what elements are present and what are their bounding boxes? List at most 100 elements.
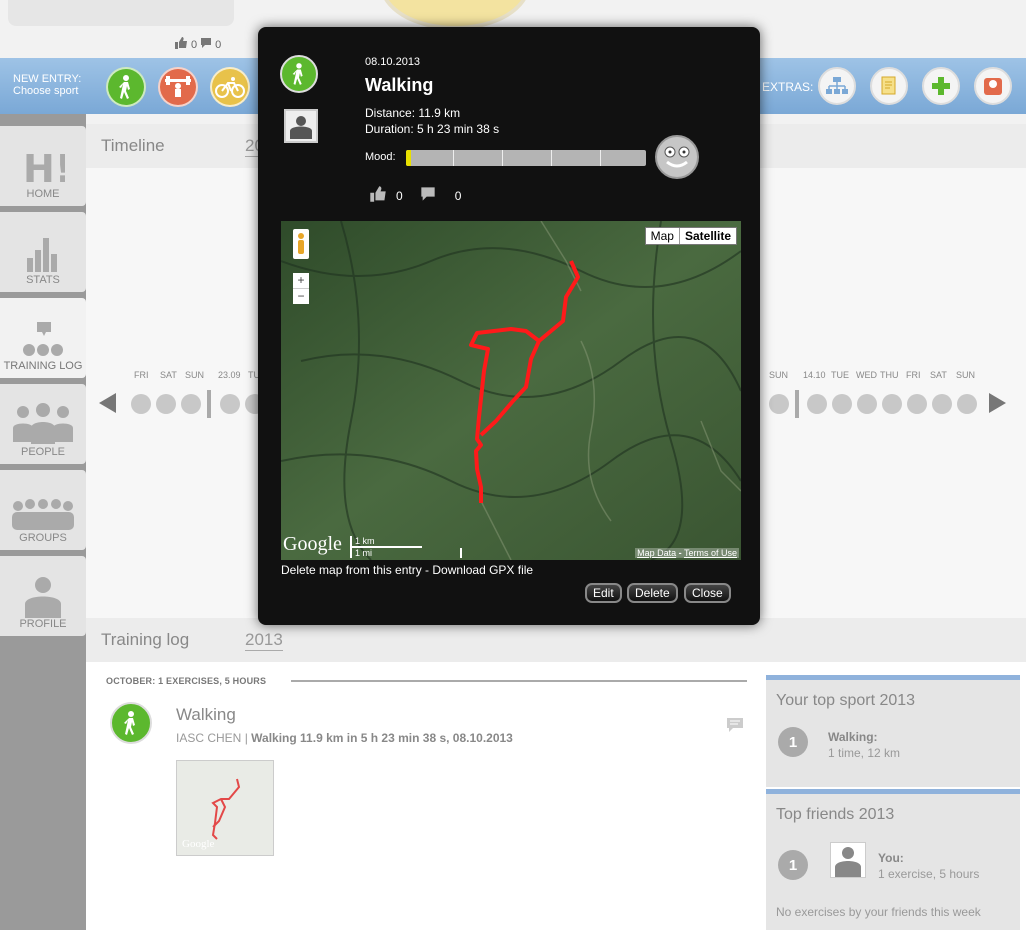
groups-icon	[12, 499, 74, 530]
friend-avatar[interactable]	[830, 842, 866, 878]
extra-notes-button[interactable]	[870, 67, 908, 105]
terms-of-use-link[interactable]: Terms of Use	[684, 548, 737, 558]
day-dot[interactable]	[907, 394, 927, 414]
week-separator	[207, 390, 211, 418]
sidebar-item-stats[interactable]: STATS	[0, 212, 86, 292]
day-dot[interactable]	[156, 394, 176, 414]
sidebar-item-profile[interactable]: PROFILE	[0, 556, 86, 636]
day-dot[interactable]	[932, 394, 952, 414]
week-separator	[795, 390, 799, 418]
home-logo-icon: H!	[23, 148, 65, 188]
day-dot[interactable]	[857, 394, 877, 414]
day-dot[interactable]	[220, 394, 240, 414]
new-cycling-button[interactable]	[210, 67, 250, 107]
day-dot[interactable]	[181, 394, 201, 414]
mood-slider-fill	[406, 150, 411, 166]
delete-button[interactable]: Delete	[627, 583, 678, 603]
rank-badge: 1	[778, 850, 808, 880]
entry-sport-icon[interactable]	[110, 702, 152, 744]
day-dot[interactable]	[807, 394, 827, 414]
day-label: 23.09	[218, 370, 241, 380]
map-type-toggle: Map Satellite	[644, 227, 737, 245]
day-dot[interactable]	[957, 394, 977, 414]
top-sport-detail: 1 time, 12 km	[828, 746, 901, 760]
entry-comment-icon[interactable]	[726, 717, 744, 738]
rank-badge: 1	[778, 727, 808, 757]
modal-comments-count: 0	[454, 188, 462, 203]
sidebar-item-people[interactable]: PEOPLE	[0, 384, 86, 464]
route-map[interactable]: Map Satellite + − Google 1 km 1 mi Map D…	[281, 221, 741, 560]
timeline-prev-arrow-icon[interactable]	[98, 392, 118, 414]
timeline-right-days: SUN 14.10 TUE WED THU FRI SAT SUN	[769, 370, 975, 380]
extra-add-button[interactable]	[922, 67, 960, 105]
sidebar-item-label: PEOPLE	[20, 446, 66, 458]
entry-summary: Walking 11.9 km in 5 h 23 min 38 s, 08.1…	[251, 731, 513, 745]
sidebar-item-home[interactable]: H! HOME	[0, 126, 86, 206]
map-data-link[interactable]: Map Data	[637, 548, 676, 558]
top-likes: 0 0	[174, 36, 221, 53]
comments-count: 0	[215, 38, 222, 51]
mood-sun-graphic	[380, 0, 530, 30]
edit-button[interactable]: Edit	[585, 583, 622, 603]
friend-name[interactable]: You:	[878, 851, 904, 865]
mood-slider[interactable]	[406, 150, 646, 166]
walking-icon	[292, 63, 303, 85]
comment-icon[interactable]	[200, 37, 212, 52]
day-dot[interactable]	[832, 394, 852, 414]
friend-detail: 1 exercise, 5 hours	[878, 867, 980, 881]
street-view-pegman-icon[interactable]	[293, 229, 309, 259]
new-walking-button[interactable]	[106, 67, 146, 107]
training-log-year-selector[interactable]: 2013	[245, 630, 283, 651]
thumbs-up-icon[interactable]	[368, 185, 388, 206]
entry-separator: |	[244, 731, 248, 745]
comment-icon[interactable]	[419, 186, 437, 205]
map-attribution: Map Data - Terms of Use	[635, 548, 739, 558]
top-friends-panel: Top friends 2013 1 You: 1 exercise, 5 ho…	[766, 789, 1020, 930]
modal-duration: Duration: 5 h 23 min 38 s	[365, 122, 500, 136]
zoom-in-button[interactable]: +	[293, 273, 309, 288]
people-icon	[13, 403, 73, 444]
previous-card	[8, 0, 234, 26]
google-logo[interactable]: Google	[283, 533, 342, 556]
modal-likes: 0 0	[368, 185, 461, 206]
friends-note: No exercises by your friends this week	[776, 905, 981, 919]
day-dot[interactable]	[882, 394, 902, 414]
extras-label: EXTRAS:	[762, 80, 814, 94]
likes-count: 0	[191, 38, 198, 51]
person-icon	[290, 116, 312, 139]
timeline-next-arrow-icon[interactable]	[987, 392, 1007, 414]
mood-tick	[551, 150, 552, 166]
thumbs-up-icon[interactable]	[174, 36, 188, 53]
svg-text:H!: H!	[23, 148, 65, 188]
map-type-satellite-button[interactable]: Satellite	[678, 228, 736, 244]
entry-title[interactable]: Walking	[176, 705, 236, 725]
map-actions-links[interactable]: Delete map from this entry - Download GP…	[281, 563, 533, 577]
close-button[interactable]: Close	[684, 583, 731, 603]
sidebar-item-training-log[interactable]: TRAINING LOG	[0, 298, 86, 378]
month-divider	[291, 680, 747, 682]
mood-label: Mood:	[365, 151, 396, 163]
scale-mi: 1 mi	[350, 548, 462, 558]
entry-map-thumbnail[interactable]: Google	[176, 760, 274, 856]
day-dot[interactable]	[769, 394, 789, 414]
new-weights-button[interactable]	[158, 67, 198, 107]
day-label: WED	[856, 370, 877, 380]
entry-user[interactable]: IASC CHEN	[176, 731, 241, 745]
top-sport-panel: Your top sport 2013 1 Walking: 1 time, 1…	[766, 675, 1020, 787]
day-label: SUN	[185, 370, 205, 380]
modal-user-avatar[interactable]	[284, 109, 318, 143]
walking-icon	[124, 711, 135, 735]
day-label: SUN	[956, 370, 976, 380]
sidebar-item-label: HOME	[26, 188, 60, 200]
new-entry-subtitle: Choose sport	[13, 85, 79, 97]
person-icon	[835, 847, 861, 877]
day-dot[interactable]	[131, 394, 151, 414]
sidebar-item-groups[interactable]: GROUPS	[0, 470, 86, 550]
extra-structure-button[interactable]	[818, 67, 856, 105]
zoom-out-button[interactable]: −	[293, 288, 309, 304]
satellite-map-background	[281, 221, 741, 560]
extra-scale-button[interactable]	[974, 67, 1012, 105]
scale-km: 1 km	[350, 536, 422, 548]
map-type-map-button[interactable]: Map	[646, 228, 679, 244]
attribution-separator: -	[678, 548, 682, 558]
